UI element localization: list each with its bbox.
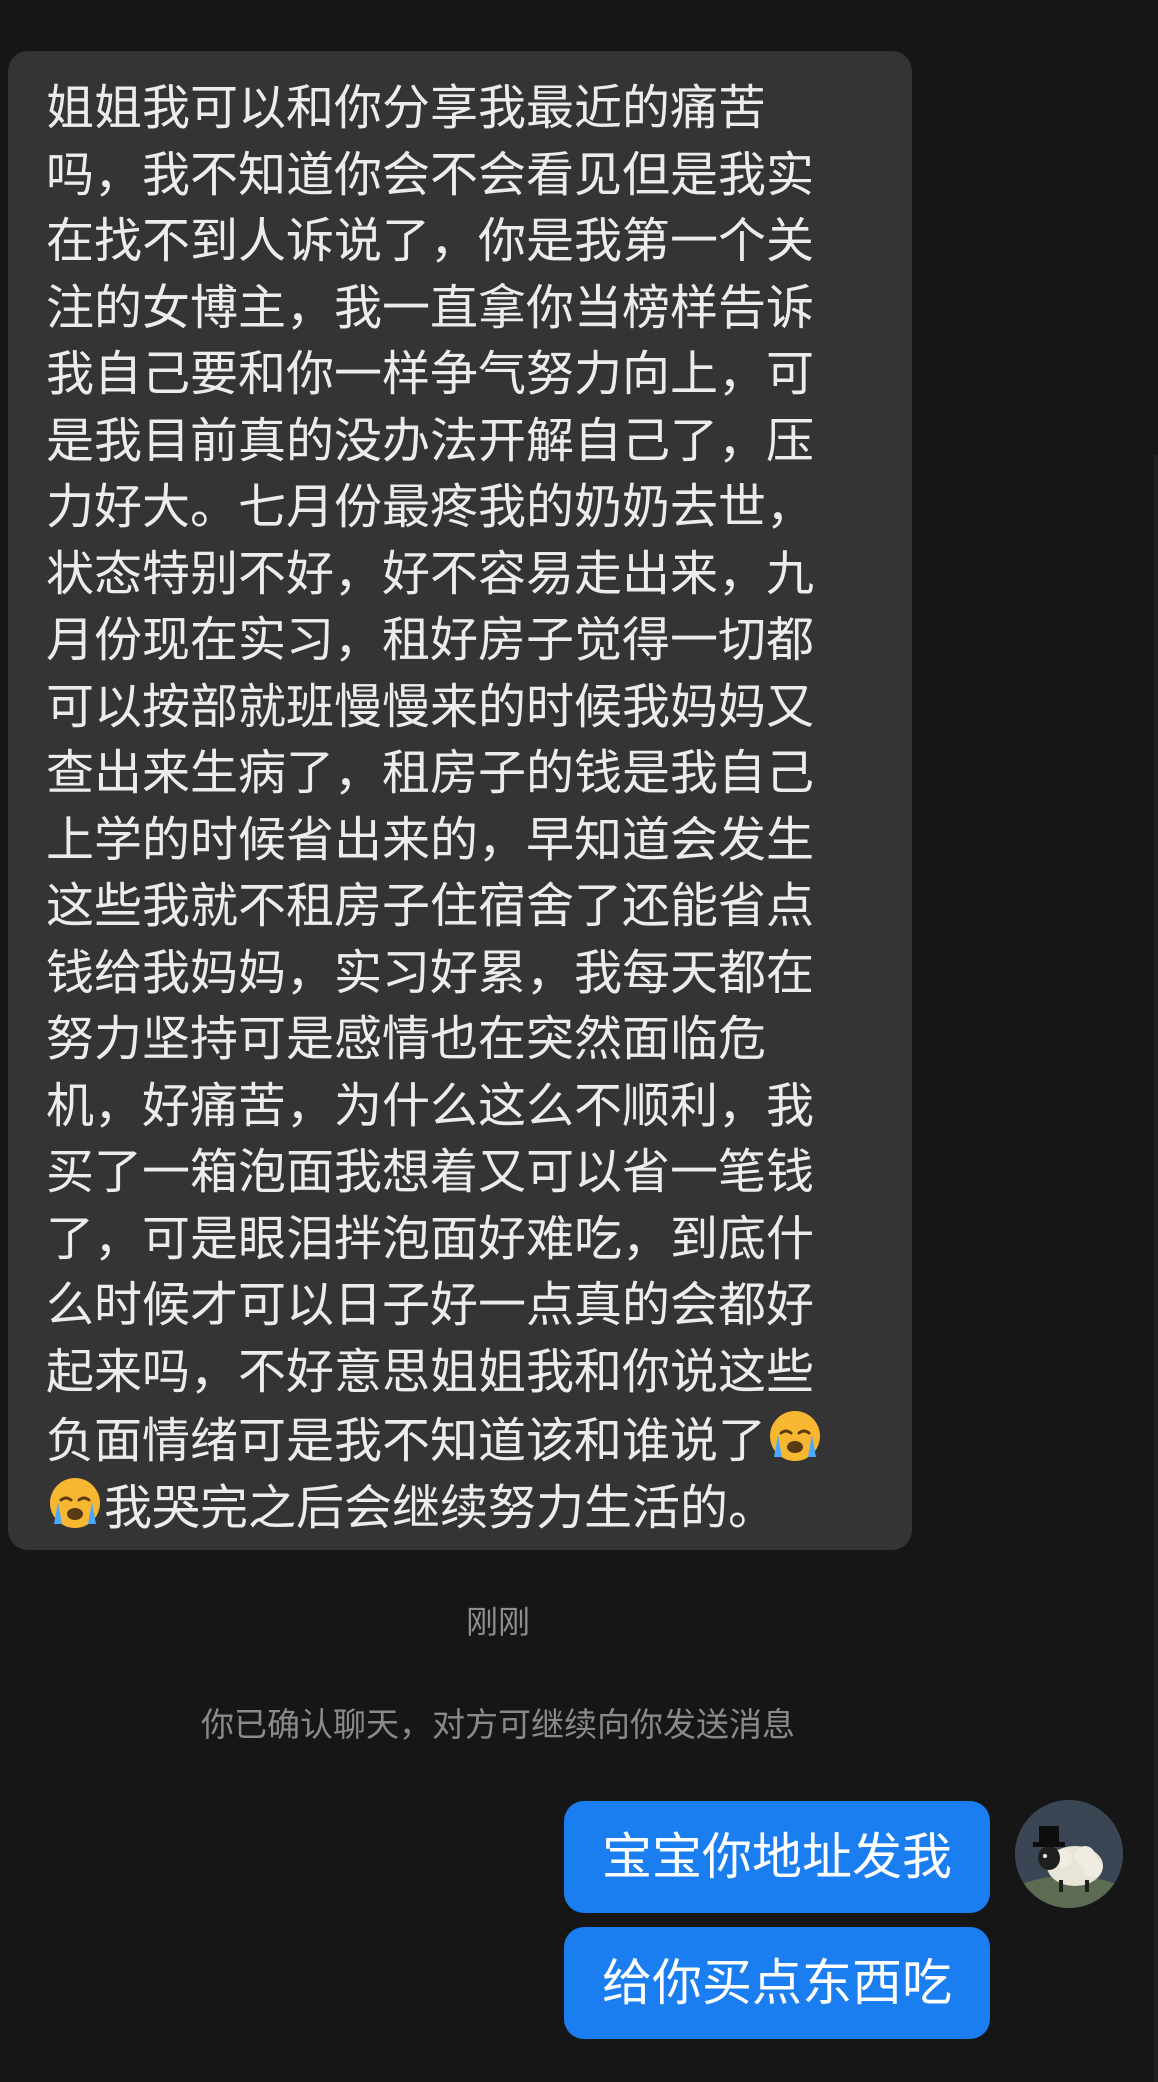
message-line-with-emoji: 我哭完之后会继续努力生活的。 <box>46 1472 882 1539</box>
message-line: 查出来生病了，租房子的钱是我自己 <box>46 745 815 801</box>
message-last-line: 我哭完之后会继续努力生活的。 <box>104 1479 777 1536</box>
message-line: 注的女博主，我一直拿你当榜样告诉 <box>46 279 815 336</box>
message-line: 力好大。七月份最疼我的奶奶去世， <box>46 479 815 535</box>
message-line: 我自己要和你一样争气努力向上，可 <box>46 346 815 402</box>
incoming-message-bubble[interactable]: 姐姐我可以和你分享我最近的痛苦 吗，我不知道你会不会看见但是我实 在找不到人诉说… <box>8 51 912 1550</box>
message-line: 姐姐我可以和你分享我最近的痛苦 <box>46 80 767 136</box>
avatar[interactable] <box>1015 1800 1123 1908</box>
outgoing-message-bubble[interactable]: 宝宝你地址发我 <box>564 1801 990 1913</box>
loudly-crying-face-icon <box>770 1411 821 1461</box>
sheep-avatar-icon <box>1015 1800 1123 1908</box>
message-line: 起来吗，不好意思姐姐我和你说这些 <box>46 1343 815 1400</box>
message-line: 上学的时候省出来的，早知道会发生 <box>46 811 815 868</box>
message-line: 吗，我不知道你会不会看见但是我实 <box>46 146 815 203</box>
message-line: 了，可是眼泪拌泡面好难吃，到底什 <box>46 1210 815 1267</box>
incoming-message-text: 姐姐我可以和你分享我最近的痛苦 吗，我不知道你会不会看见但是我实 在找不到人诉说… <box>46 75 882 1538</box>
message-line: 月份现在实习，租好房子觉得一切都 <box>46 612 815 668</box>
message-line: 这些我就不租房子住宿舍了还能省点 <box>46 878 815 934</box>
message-timestamp: 刚刚 <box>465 1603 530 1641</box>
outgoing-message-bubble[interactable]: 给你买点东西吃 <box>564 1927 990 2039</box>
system-notice: 你已确认聊天，对方可继续向你发送消息 <box>201 1705 795 1744</box>
message-line-with-emoji: 负面情绪可是我不知道该和谁说了 <box>46 1405 882 1472</box>
message-line: 钱给我妈妈，实习好累，我每天都在 <box>46 944 815 1001</box>
message-line: 可以按部就班慢慢来的时候我妈妈又 <box>46 678 815 735</box>
message-line: 负面情绪可是我不知道该和谁说了 <box>46 1413 767 1469</box>
message-line: 机，好痛苦，为什么这么不顺利，我 <box>46 1077 815 1134</box>
loudly-crying-face-icon <box>50 1477 100 1528</box>
message-line: 么时候才可以日子好一点真的会都好 <box>46 1277 815 1333</box>
message-line: 是我目前真的没办法开解自己了，压 <box>46 412 815 469</box>
message-line: 努力坚持可是感情也在突然面临危 <box>46 1011 767 1067</box>
message-line: 买了一箱泡面我想着又可以省一笔钱 <box>46 1144 815 1200</box>
message-line: 状态特别不好，好不容易走出来，九 <box>46 545 815 602</box>
scrollbar[interactable] <box>1154 455 1158 2082</box>
message-line: 在找不到人诉说了，你是我第一个关 <box>46 213 815 269</box>
